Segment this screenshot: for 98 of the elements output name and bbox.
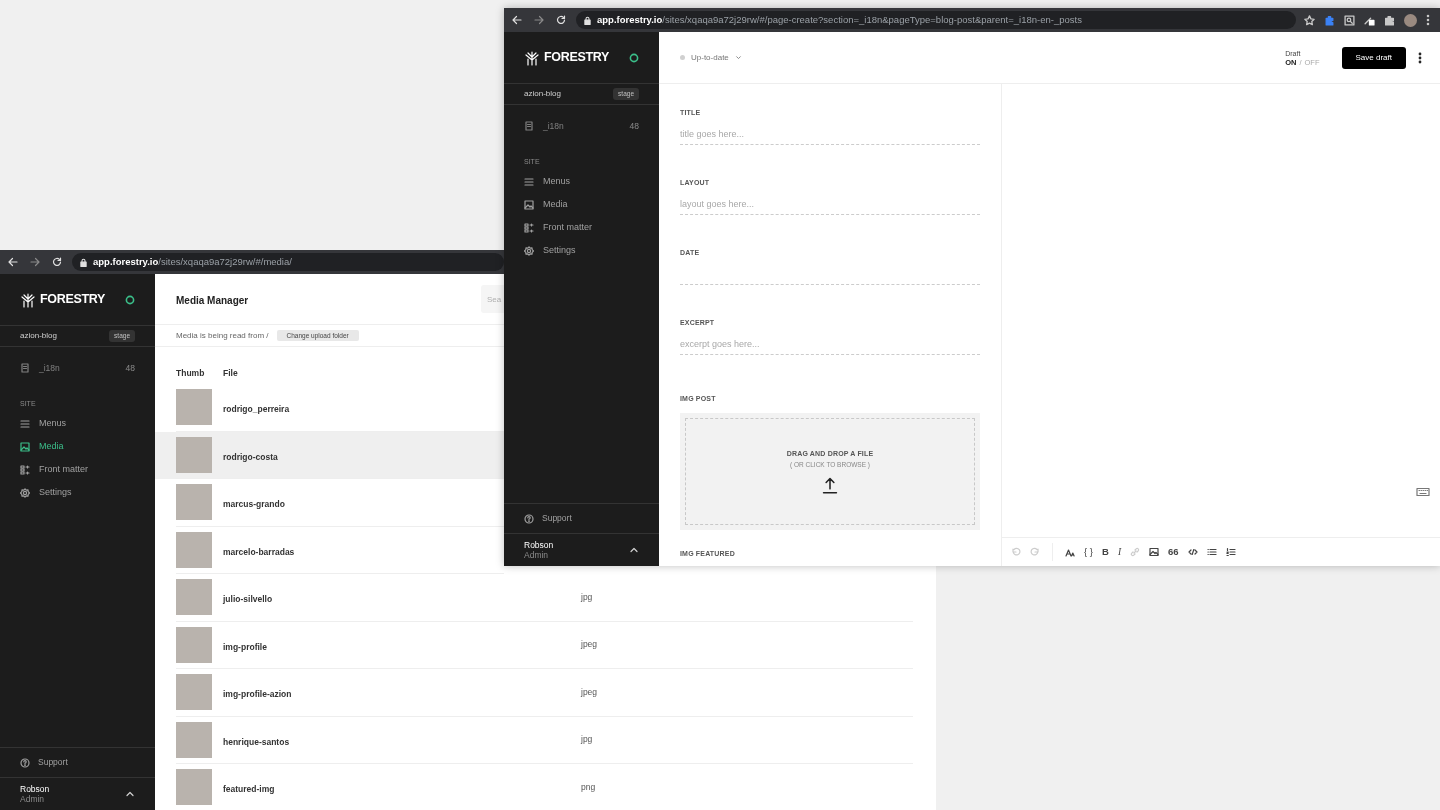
file-name: rodrigo_perreira bbox=[223, 404, 290, 415]
photo-placeholder bbox=[176, 531, 212, 568]
site-name: azion-blog bbox=[20, 330, 57, 342]
document-icon bbox=[524, 121, 534, 131]
logo-text: FORESTRY bbox=[544, 49, 610, 67]
tree-logo-icon bbox=[524, 49, 540, 66]
file-name: img-profile-azion bbox=[223, 689, 292, 700]
menu-icon bbox=[524, 176, 534, 187]
address-bar[interactable]: app.forestry.io/sites/xqaqa9a72j29rw/#/media/ bbox=[72, 253, 504, 271]
status-ring-icon bbox=[629, 52, 639, 63]
user-name: Robson bbox=[524, 540, 554, 550]
chevron-down-icon bbox=[734, 54, 742, 61]
file-name: featured-img bbox=[223, 784, 275, 795]
file-name: henrique-santos bbox=[223, 736, 290, 747]
sidebar-item[interactable]: Settings bbox=[504, 239, 659, 262]
tree-logo-icon bbox=[20, 291, 36, 308]
star-icon[interactable] bbox=[1304, 14, 1315, 26]
logo-text: FORESTRY bbox=[40, 291, 106, 309]
sidebar-item[interactable]: Media bbox=[504, 193, 659, 216]
status-dropdown[interactable]: Up-to-date bbox=[680, 51, 742, 64]
more-icon[interactable] bbox=[1426, 14, 1430, 26]
document-icon bbox=[20, 363, 30, 373]
file-type: jpg bbox=[581, 733, 593, 747]
file-name: rodrigo-costa bbox=[223, 451, 278, 462]
chevron-up-icon[interactable] bbox=[629, 545, 639, 555]
photo-placeholder bbox=[176, 484, 212, 521]
file-type: jpeg bbox=[581, 638, 598, 652]
file-name: img-profile bbox=[223, 641, 267, 652]
list-icon bbox=[20, 464, 30, 475]
keyboard-icon[interactable] bbox=[1416, 487, 1430, 497]
chevron-up-icon[interactable] bbox=[125, 789, 135, 799]
format-button[interactable]: { } bbox=[1084, 547, 1093, 557]
lock-icon bbox=[584, 15, 591, 25]
column-header: File bbox=[223, 366, 238, 380]
info-text: Media is being read from / bbox=[176, 329, 269, 342]
bullet-list-icon[interactable] bbox=[1206, 547, 1217, 557]
site-name: azion-blog bbox=[524, 88, 561, 100]
photo-placeholder bbox=[176, 721, 212, 758]
code-icon[interactable] bbox=[1187, 547, 1198, 557]
photo-placeholder bbox=[176, 674, 212, 711]
file-type: png bbox=[581, 780, 596, 794]
back-icon[interactable] bbox=[8, 257, 18, 267]
address-bar[interactable]: app.forestry.io/sites/xqaqa9a72j29rw/#/page-create?section=_i18n&pageType=blog-post&parent=_i18n-en-_posts bbox=[576, 11, 1296, 29]
photo-placeholder bbox=[176, 436, 212, 473]
sidebar-item[interactable]: Front matter bbox=[0, 458, 155, 481]
puzzle-icon[interactable] bbox=[1384, 14, 1395, 26]
format-button[interactable]: I bbox=[1117, 547, 1122, 557]
file-type: jpeg bbox=[581, 685, 598, 699]
reload-icon[interactable] bbox=[556, 15, 566, 25]
image-icon bbox=[524, 199, 534, 210]
format-button[interactable]: 66 bbox=[1168, 547, 1179, 557]
help-icon bbox=[20, 757, 30, 768]
column-header: Thumb bbox=[176, 367, 205, 378]
user-role: Admin bbox=[524, 550, 550, 560]
settings-icon bbox=[524, 245, 534, 256]
help-icon bbox=[524, 513, 534, 524]
file-type: jpg bbox=[581, 590, 593, 604]
reload-icon[interactable] bbox=[52, 257, 62, 267]
zoom-icon[interactable] bbox=[1344, 14, 1355, 26]
status-ring-icon bbox=[125, 294, 135, 305]
text-field[interactable]: layout goes here... bbox=[680, 193, 980, 215]
image-icon bbox=[20, 441, 30, 452]
extension-icon[interactable] bbox=[1324, 14, 1335, 26]
text-size-icon[interactable] bbox=[1065, 547, 1075, 557]
lock-icon bbox=[80, 257, 87, 267]
list-icon bbox=[524, 222, 534, 233]
table-row[interactable]: rodrigo-costa bbox=[155, 431, 504, 479]
avatar-icon[interactable] bbox=[1404, 13, 1417, 27]
file-name: marcus-grando bbox=[223, 499, 285, 510]
forward-icon[interactable] bbox=[30, 257, 40, 267]
sidebar-item[interactable]: Front matter bbox=[504, 216, 659, 239]
image-icon[interactable] bbox=[1149, 547, 1160, 557]
user-role: Admin bbox=[20, 794, 46, 804]
page-title: Media Manager bbox=[176, 295, 249, 306]
format-button[interactable]: B bbox=[1102, 547, 1109, 557]
back-icon[interactable] bbox=[512, 15, 522, 25]
photo-placeholder bbox=[176, 579, 212, 616]
user-name: Robson bbox=[20, 784, 50, 794]
photo-placeholder bbox=[176, 626, 212, 663]
photo-placeholder bbox=[176, 389, 212, 426]
sidebar-item[interactable]: _i18n 48 bbox=[0, 357, 155, 379]
photo-placeholder bbox=[176, 769, 212, 806]
settings-icon bbox=[20, 487, 30, 498]
more-icon[interactable] bbox=[1418, 51, 1422, 64]
file-name: marcelo-barradas bbox=[223, 546, 295, 557]
sidebar-item[interactable]: Menus bbox=[504, 170, 659, 193]
sidebar-item[interactable]: Menus bbox=[0, 412, 155, 435]
text-field[interactable]: excerpt goes here... bbox=[680, 333, 980, 355]
numbered-list-icon[interactable] bbox=[1225, 547, 1236, 557]
menu-icon bbox=[20, 418, 30, 429]
save-draft-button[interactable]: Save draft bbox=[1341, 46, 1406, 69]
upload-icon bbox=[822, 476, 838, 495]
text-field[interactable]: title goes here... bbox=[680, 123, 980, 145]
forward-icon[interactable] bbox=[534, 15, 544, 25]
file-name: julio-silvello bbox=[223, 594, 273, 605]
sidebar-item[interactable]: _i18n 48 bbox=[504, 115, 659, 137]
sidebar-item[interactable]: Media bbox=[0, 435, 155, 458]
sidebar-item[interactable]: Settings bbox=[0, 481, 155, 504]
